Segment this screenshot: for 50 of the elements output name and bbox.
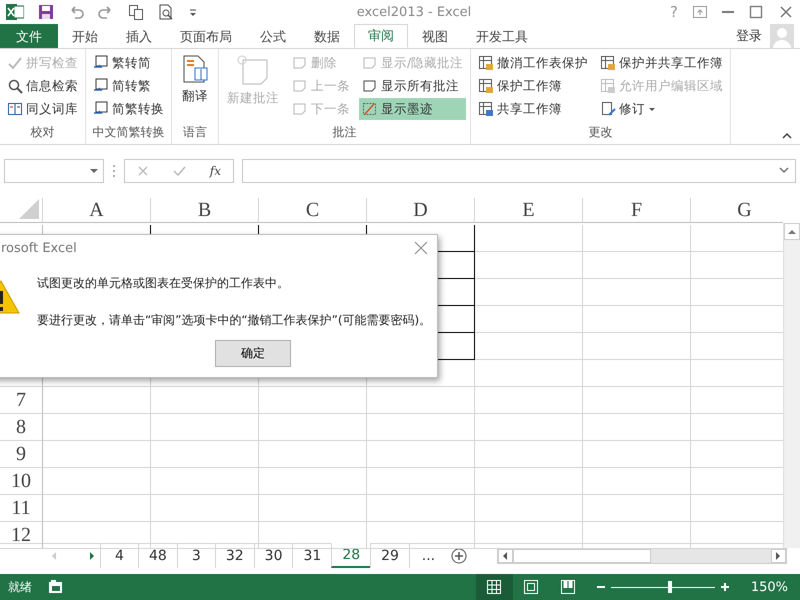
insert-function-button[interactable]: fx (210, 164, 222, 178)
ribbon-button[interactable]: 保护并共享工作簿 (597, 52, 726, 74)
ribbon-tab[interactable]: 插入 (112, 24, 166, 48)
column-header[interactable]: B (151, 198, 259, 223)
sheet-tab[interactable]: 30 (254, 544, 292, 568)
ribbon-tab[interactable]: 开发工具 (462, 24, 542, 48)
ribbon-button[interactable]: 同义词库 (4, 98, 81, 120)
sign-in-link[interactable]: 登录 (736, 24, 770, 48)
group-label: 校对 (30, 124, 56, 141)
ribbon-button[interactable]: 简转繁 (90, 75, 167, 97)
ribbon-tab[interactable]: 页面布局 (166, 24, 246, 48)
row-header[interactable]: 11 (0, 495, 43, 522)
ribbon-tab[interactable]: 视图 (408, 24, 462, 48)
ok-button[interactable]: 确定 (215, 340, 291, 367)
row-header[interactable]: 10 (0, 468, 43, 495)
ribbon-button[interactable]: 繁转简 (90, 52, 167, 74)
ribbon-button[interactable]: 翻译 (176, 52, 214, 107)
dialog-title: rosoft Excel (1, 240, 77, 256)
dialog-message: 要进行更改，请单击“审阅”选项卡中的“撤销工作表保护”(可能需要密码)。 (37, 312, 432, 329)
row-header[interactable]: 7 (0, 387, 43, 414)
group-label: 更改 (588, 124, 614, 141)
sheet-tab[interactable]: 28 (331, 543, 370, 568)
zoom-level[interactable]: 150% (750, 580, 788, 594)
row-header[interactable]: 9 (0, 441, 43, 468)
file-tab[interactable]: 文件 (0, 24, 58, 48)
ribbon-tab[interactable]: 公式 (246, 24, 300, 48)
group-label: 中文简繁转换 (92, 124, 166, 141)
ribbon-button[interactable]: 显示所有批注 (359, 75, 466, 97)
ribbon-button[interactable]: 信息检索 (4, 75, 81, 97)
ribbon-tab[interactable]: 开始 (58, 24, 112, 48)
sheet-tab[interactable]: 31 (292, 544, 332, 568)
group-label: 批注 (332, 124, 358, 141)
ribbon-tab[interactable]: 审阅 (354, 24, 408, 48)
ribbon-button[interactable]: 简繁转换 (90, 98, 167, 120)
row-header[interactable]: 8 (0, 414, 43, 441)
column-header[interactable]: E (475, 198, 583, 223)
ribbon-button[interactable]: 撤消工作表保护 (475, 52, 592, 74)
ribbon-tab[interactable]: 数据 (300, 24, 354, 48)
ribbon-button[interactable]: 共享工作簿 (475, 98, 592, 120)
ribbon-button[interactable]: 修订 (597, 98, 726, 120)
window-title: excel2013 - Excel (356, 4, 472, 20)
column-header[interactable]: A (43, 198, 151, 223)
group-label: 语言 (182, 124, 208, 141)
dialog-message: 试图更改的单元格或图表在受保护的工作表中。 (37, 275, 290, 292)
ribbon-button[interactable]: 显示墨迹 (359, 98, 466, 120)
column-header[interactable]: F (583, 198, 691, 223)
ribbon-button[interactable]: 保护工作簿 (475, 75, 592, 97)
column-header[interactable]: D (367, 198, 475, 223)
status-text: 就绪 (8, 578, 32, 596)
column-header[interactable]: C (259, 198, 367, 223)
